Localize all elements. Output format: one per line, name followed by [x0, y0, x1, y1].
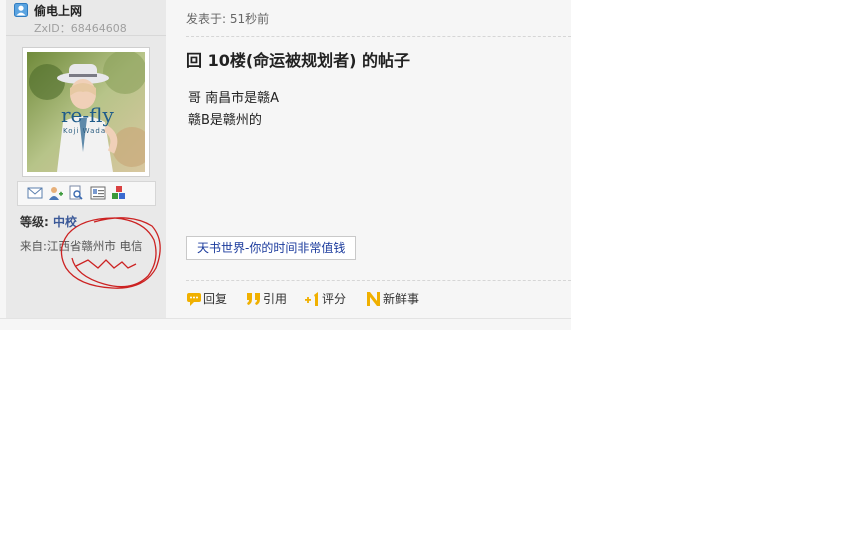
user-action-bar	[17, 181, 156, 206]
user-sidebar: 偷电上网 ZxID：68464608 re-fly Koji Wada 等级: …	[6, 0, 166, 318]
post-container: 偷电上网 ZxID：68464608 re-fly Koji Wada 等级: …	[0, 0, 571, 330]
reply-label: 回复	[203, 292, 228, 306]
quote-icon	[247, 293, 260, 305]
mail-icon[interactable]	[27, 185, 43, 201]
signature-link[interactable]: 天书世界-你的时间非常值钱	[186, 236, 357, 260]
username[interactable]: 偷电上网	[34, 2, 82, 19]
card-icon[interactable]	[90, 185, 106, 201]
rate-label: 评分	[322, 292, 347, 306]
user-zxid: ZxID：68464608	[34, 22, 127, 35]
post-main: 发表于: 51秒前 回 10楼(命运被规划者) 的帖子 哥 南昌市是赣A 赣B是…	[166, 0, 571, 318]
avatar[interactable]: re-fly Koji Wada	[22, 47, 150, 177]
post-line: 赣B是赣州的	[188, 113, 262, 128]
add-friend-icon[interactable]	[48, 185, 64, 201]
rate-icon	[305, 292, 318, 306]
reply-icon	[187, 293, 201, 306]
divider	[186, 280, 571, 281]
level-label: 等级:	[20, 215, 49, 229]
divider	[0, 318, 571, 319]
post-line: 哥 南昌市是赣A	[188, 91, 280, 106]
post-title: 回 10楼(命运被规划者) 的帖子	[186, 51, 411, 70]
user-icon	[14, 3, 28, 17]
news-label: 新鲜事	[383, 292, 420, 306]
profile-icon[interactable]	[68, 185, 84, 201]
post-time: 发表于: 51秒前	[186, 12, 270, 26]
post-content: 哥 南昌市是赣A 赣B是赣州的	[188, 88, 279, 132]
red-circle-annotation	[60, 217, 161, 289]
avatar-text-sub: Koji Wada	[63, 127, 107, 135]
news-icon	[367, 292, 380, 306]
quote-label: 引用	[263, 292, 288, 306]
avatar-text-main: re-fly	[61, 103, 114, 127]
divider	[186, 36, 571, 37]
blocks-icon[interactable]	[111, 185, 127, 201]
divider	[6, 35, 166, 36]
